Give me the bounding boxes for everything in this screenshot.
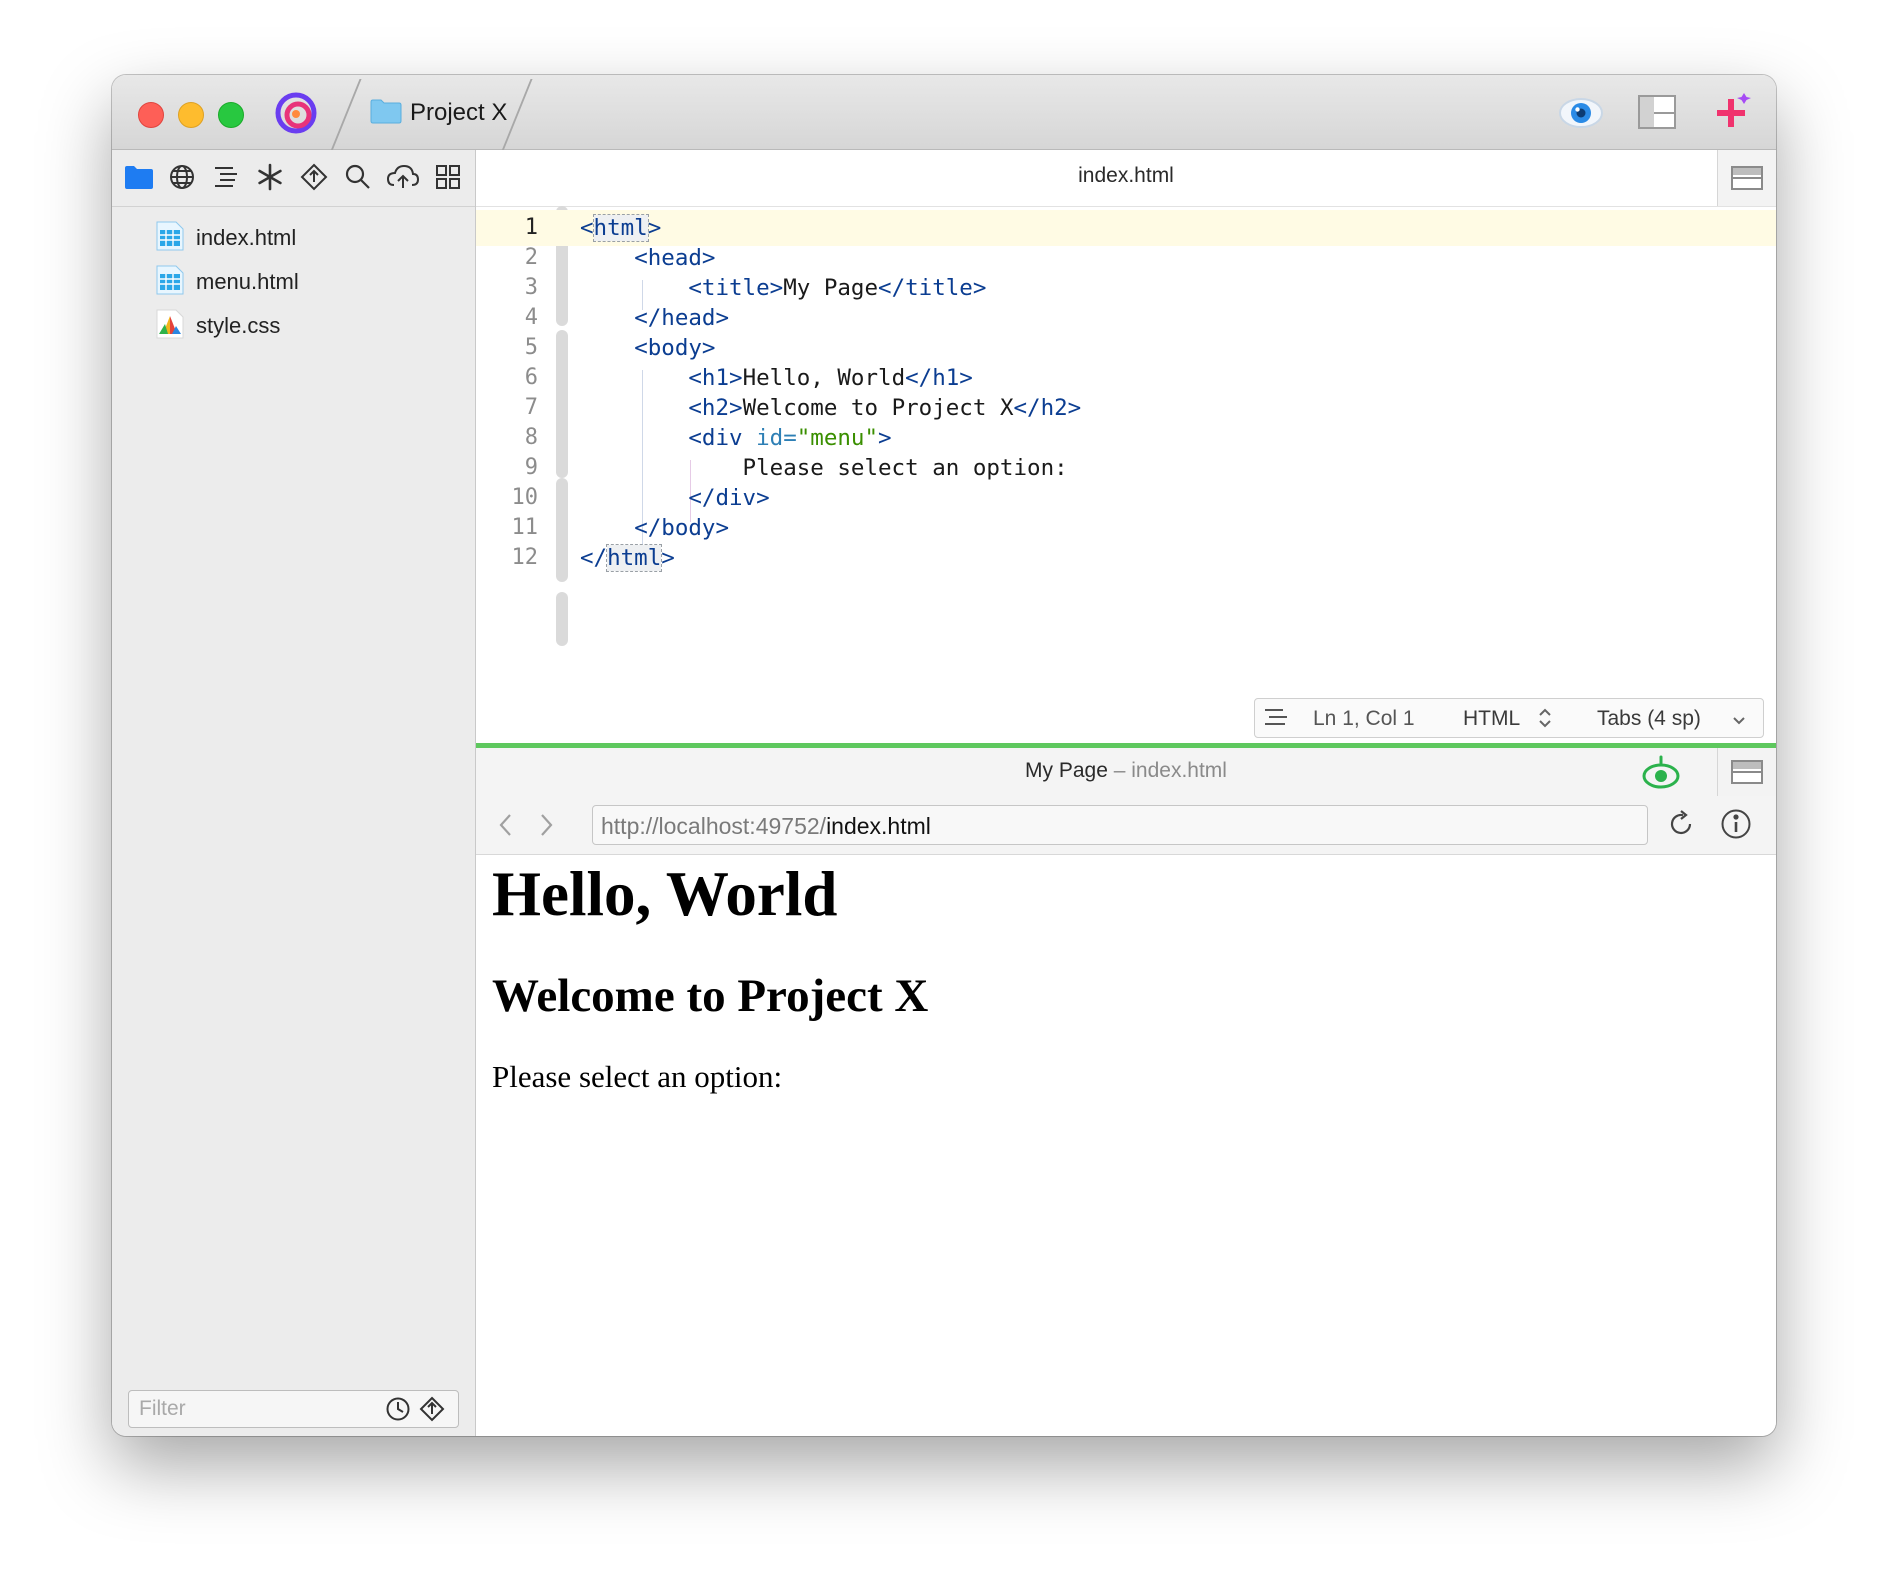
line-number: 12	[511, 545, 539, 570]
code-editor: index.html 1 <html> 2 <head> 3 <title>My…	[476, 150, 1776, 743]
fold-marker[interactable]	[556, 592, 568, 646]
code-line: 12 </html>	[476, 540, 1776, 576]
recent-clock-icon[interactable]	[385, 1396, 411, 1427]
split-preview-button[interactable]	[1717, 748, 1776, 796]
editor-filename: index.html	[1078, 164, 1174, 187]
close-window-button[interactable]	[138, 102, 164, 128]
url-host: http://localhost:49752/	[601, 813, 827, 839]
grid-icon[interactable]	[434, 163, 462, 196]
html-file-icon	[154, 220, 186, 257]
preview-separator: –	[1107, 759, 1132, 782]
cloud-publish-icon[interactable]	[386, 163, 420, 196]
code-text: </html>	[580, 544, 675, 572]
file-item-index-html[interactable]: index.html	[154, 220, 296, 256]
preview-eye-icon[interactable]	[1558, 91, 1604, 140]
project-tab[interactable]: Project X	[370, 95, 507, 131]
page-heading-2: Welcome to Project X	[492, 970, 929, 1022]
preview-pane: My Page – index.html http://localhost:49	[476, 748, 1776, 1436]
forward-chevron-icon[interactable]	[538, 812, 554, 843]
filter-field	[128, 1390, 459, 1428]
project-tab-label: Project X	[410, 99, 508, 126]
asterisk-icon[interactable]	[256, 163, 284, 196]
split-horizontal-icon	[1731, 166, 1763, 190]
file-name: index.html	[196, 225, 297, 250]
folder-icon	[370, 98, 402, 129]
sidebar-toolbar	[112, 150, 475, 207]
back-chevron-icon[interactable]	[498, 812, 514, 843]
chevron-down-icon[interactable]	[1731, 710, 1747, 734]
app-window: Project X index.html menu.html style.css…	[112, 75, 1776, 1436]
titlebar: Project X	[112, 75, 1776, 151]
indentation-selector[interactable]: Tabs (4 sp)	[1597, 707, 1701, 731]
file-item-style-css[interactable]: style.css	[154, 308, 280, 344]
outline-icon[interactable]	[212, 163, 240, 196]
minimize-window-button[interactable]	[178, 102, 204, 128]
preview-file: index.html	[1131, 759, 1227, 782]
search-icon[interactable]	[344, 163, 372, 196]
page-heading-1: Hello, World	[492, 859, 838, 929]
git-filter-icon[interactable]	[419, 1396, 445, 1427]
reload-icon[interactable]	[1666, 809, 1696, 844]
preview-page-title: My Page	[1025, 759, 1108, 782]
titlebar-separator	[330, 79, 362, 151]
globe-icon[interactable]	[168, 163, 196, 196]
files-folder-icon[interactable]	[124, 163, 154, 196]
preview-header: My Page – index.html	[476, 748, 1776, 797]
url-path: index.html	[826, 813, 931, 839]
cursor-position[interactable]: Ln 1, Col 1	[1313, 707, 1415, 731]
split-horizontal-icon	[1731, 760, 1763, 784]
outline-icon[interactable]	[1263, 706, 1289, 734]
app-logo-icon	[274, 91, 318, 140]
editor-status-bar: Ln 1, Col 1 HTML Tabs (4 sp)	[1254, 698, 1764, 738]
address-bar: http://localhost:49752/index.html	[476, 796, 1776, 855]
layout-panes-icon[interactable]	[1636, 91, 1678, 138]
filter-input[interactable]	[137, 1395, 381, 1423]
rendered-page: Hello, World Welcome to Project X Please…	[492, 858, 928, 1095]
url-text: http://localhost:49752/index.html	[601, 813, 931, 840]
chevron-up-down-icon[interactable]	[1537, 706, 1553, 736]
file-name: menu.html	[196, 269, 299, 294]
git-source-control-icon[interactable]	[300, 163, 328, 196]
info-icon[interactable]	[1720, 808, 1752, 845]
sidebar: index.html menu.html style.css	[112, 150, 476, 1436]
language-selector[interactable]: HTML	[1463, 707, 1520, 731]
url-field[interactable]: http://localhost:49752/index.html	[592, 805, 1648, 845]
editor-header: index.html	[476, 150, 1776, 207]
css-file-icon	[154, 308, 186, 345]
add-sparkle-icon[interactable]	[1710, 91, 1756, 142]
live-preview-eye-icon[interactable]	[1642, 754, 1680, 795]
html-file-icon	[154, 264, 186, 301]
zoom-window-button[interactable]	[218, 102, 244, 128]
file-item-menu-html[interactable]: menu.html	[154, 264, 299, 300]
preview-title: My Page – index.html	[1025, 759, 1227, 783]
file-name: style.css	[196, 313, 281, 338]
split-editor-button[interactable]	[1717, 150, 1776, 206]
page-paragraph: Please select an option:	[492, 1059, 783, 1094]
